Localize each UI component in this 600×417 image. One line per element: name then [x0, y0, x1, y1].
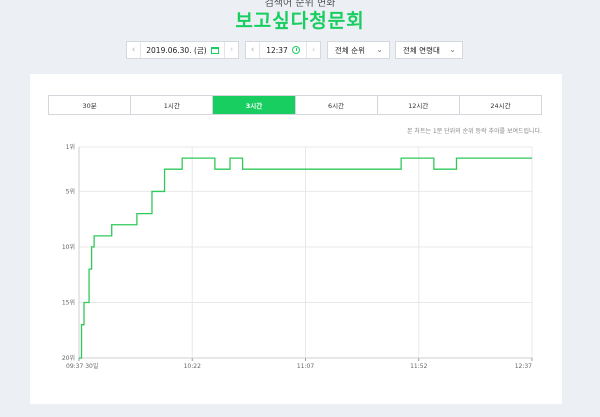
- x-tick-label: 09:37 30일: [66, 362, 98, 370]
- clock-icon[interactable]: [291, 46, 300, 54]
- rank-line-chart: 1위 5위 10위 15위 20위09:37 30일 10:22 11:07 11:52 12:…: [62, 143, 533, 370]
- x-tick-label: 11:07: [297, 363, 314, 370]
- y-tick-label: 5위: [66, 187, 75, 195]
- x-tick-label: 10:22: [184, 363, 201, 370]
- prev-date-icon[interactable]: ‹: [127, 42, 141, 58]
- time-value: 12:37: [266, 45, 288, 55]
- rank-filter-select[interactable]: 전체 순위 ⌄: [327, 41, 390, 59]
- next-date-icon[interactable]: ›: [224, 42, 238, 58]
- y-tick-label: 15위: [62, 298, 75, 306]
- controls-bar: ‹ 2019.06.30. (금) › ‹ 12:37 › 전체 순위 ⌄ 전체…: [0, 41, 600, 59]
- chart-panel: 30분 1시간 3시간 6시간 12시간 24시간 본 차트는 1분 단위의 순…: [30, 74, 562, 404]
- prev-time-icon[interactable]: ‹: [246, 42, 260, 58]
- y-tick-label: 10위: [62, 243, 75, 251]
- date-picker[interactable]: ‹ 2019.06.30. (금) ›: [126, 41, 239, 59]
- calendar-icon[interactable]: [210, 46, 219, 54]
- time-picker[interactable]: ‹ 12:37 ›: [245, 41, 321, 59]
- chevron-down-icon: ⌄: [449, 45, 456, 54]
- next-time-icon[interactable]: ›: [306, 42, 320, 58]
- y-tick-label: 1위: [66, 143, 75, 151]
- x-tick-label: 12:37: [515, 363, 532, 370]
- age-filter-value: 전체 연령대: [403, 45, 440, 55]
- page-title: 보고싶다청문회: [235, 10, 365, 32]
- rank-filter-value: 전체 순위: [335, 45, 365, 55]
- x-tick-label: 11:52: [410, 363, 427, 370]
- y-tick-label: 20위: [62, 354, 75, 362]
- date-value: 2019.06.30. (금): [146, 45, 207, 55]
- chevron-down-icon: ⌄: [376, 45, 383, 54]
- age-filter-select[interactable]: 전체 연령대 ⌄: [395, 41, 463, 59]
